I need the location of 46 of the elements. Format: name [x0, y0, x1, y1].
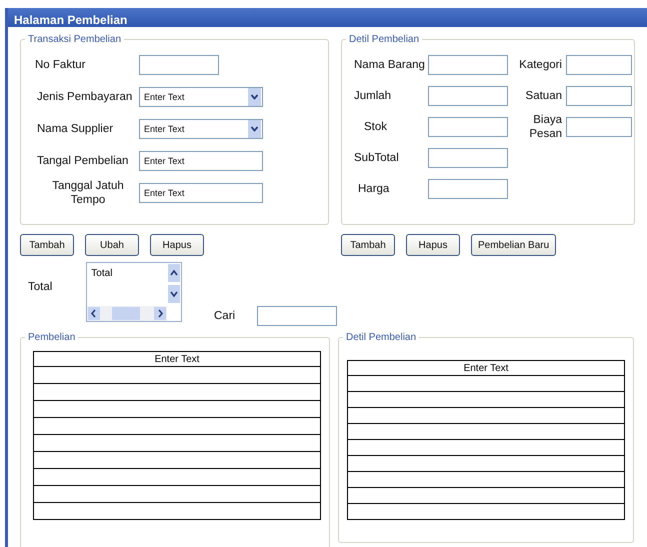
group-title: Detil Pembelian [345, 332, 418, 343]
field-label: Tanggal Jatuh Tempo [51, 179, 125, 207]
list-box[interactable]: Total [86, 262, 182, 322]
text-field[interactable]: Enter Text [139, 151, 263, 171]
field-label: SubTotal [353, 150, 400, 164]
text-field[interactable] [428, 54, 508, 74]
group-title: Pembelian [27, 332, 76, 343]
text-field[interactable] [139, 55, 219, 75]
text-field[interactable] [566, 86, 632, 106]
group-title: Detil Pembelian [348, 34, 420, 45]
dropdown-field[interactable]: Enter Text [139, 119, 263, 139]
text-field[interactable] [428, 178, 508, 198]
group-title: Transaksi Pembelian [27, 34, 122, 45]
field-label: Biaya Pesan [528, 112, 563, 140]
table-header: Enter Text [34, 352, 320, 366]
field-label: Total [27, 280, 52, 294]
action-button[interactable]: Hapus [406, 234, 460, 256]
field-label: Nama Barang [353, 58, 426, 72]
field-label: Nama Supplier [36, 122, 114, 136]
search-field[interactable] [257, 306, 338, 326]
action-button[interactable]: Tambah [20, 234, 74, 256]
text-field[interactable] [566, 116, 632, 136]
action-button[interactable]: Tambah [341, 234, 395, 256]
window-title: Halaman Pembelian [8, 8, 647, 27]
text-field[interactable] [566, 54, 632, 74]
text-field[interactable] [428, 86, 508, 106]
action-button[interactable]: Hapus [150, 234, 204, 256]
list-item[interactable]: Total [87, 264, 112, 279]
field-label: Tangal Pembelian [36, 154, 130, 168]
action-button[interactable]: Ubah [85, 234, 139, 256]
field-label: Harga [357, 182, 390, 196]
horizontal-scrollbar[interactable] [87, 306, 168, 321]
field-label: Jenis Pembayaran [36, 90, 134, 104]
table-header: Enter Text [348, 360, 624, 376]
field-label: Stok [363, 120, 388, 134]
action-button[interactable]: Pembelian Baru [471, 234, 556, 256]
search-label: Cari [214, 309, 236, 323]
field-label: Jumlah [353, 88, 392, 102]
text-field[interactable] [428, 148, 508, 168]
field-label: Satuan [524, 88, 563, 102]
dropdown-field[interactable]: Enter Text [139, 87, 263, 107]
field-label: No Faktur [34, 58, 86, 72]
text-field[interactable] [428, 116, 508, 136]
text-field[interactable]: Enter Text [139, 183, 263, 203]
field-label: Kategori [518, 58, 563, 72]
vertical-scrollbar[interactable] [167, 263, 182, 306]
